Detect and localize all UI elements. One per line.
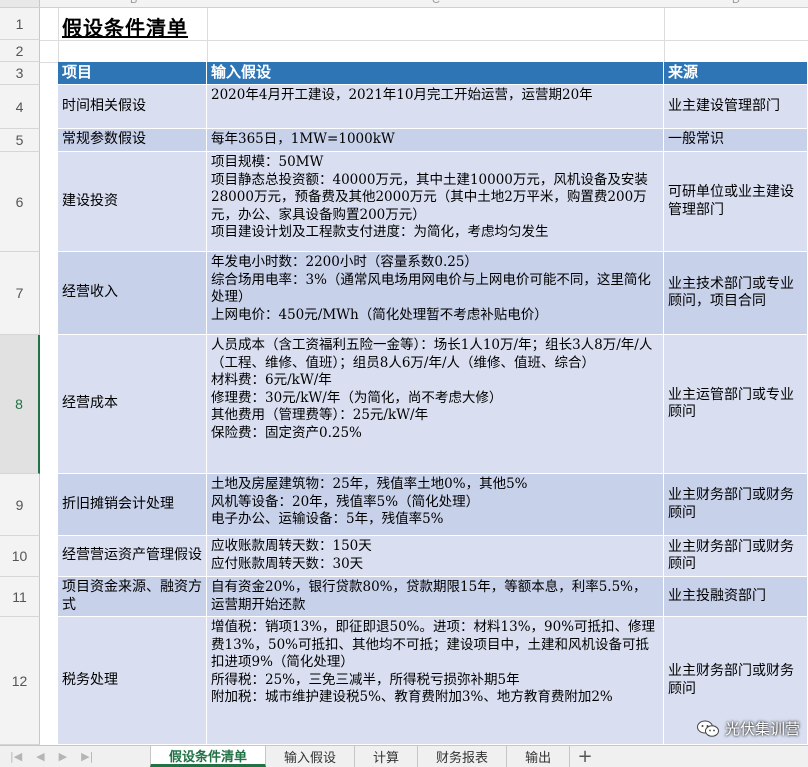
row-header-2[interactable]: 2 bbox=[0, 40, 40, 62]
table-cell-source[interactable]: 业主运管部门或专业顾问 bbox=[664, 335, 808, 474]
row-header-11[interactable]: 11 bbox=[0, 577, 40, 617]
table-cell-source[interactable]: 可研单位或业主建设管理部门 bbox=[664, 152, 808, 252]
row-header-12[interactable]: 12 bbox=[0, 617, 40, 745]
table-cell-input[interactable]: 土地及房屋建筑物：25年，残值率土地0%，其他5% 风机等设备：20年，残值率5… bbox=[207, 474, 664, 536]
row-header-3[interactable]: 3 bbox=[0, 62, 40, 85]
spreadsheet-area: B C D 1 2 3 4 5 6 7 8 9 10 11 12 假设条件清单 … bbox=[0, 0, 808, 745]
row-header-6[interactable]: 6 bbox=[0, 152, 40, 252]
header-input[interactable]: 输入假设 bbox=[207, 62, 664, 85]
table-cell-input[interactable]: 年发电小时数：2200小时（容量系数0.25） 综合场用电率：3%（通常风电场用… bbox=[207, 252, 664, 335]
header-source[interactable]: 来源 bbox=[664, 62, 808, 85]
sheet-title: 假设条件清单 bbox=[62, 16, 188, 40]
table-cell-item[interactable]: 项目资金来源、融资方式 bbox=[58, 577, 207, 617]
table-cell-source[interactable]: 业主建设管理部门 bbox=[664, 85, 808, 129]
table-cell-item[interactable]: 折旧摊销会计处理 bbox=[58, 474, 207, 536]
table-cell-item[interactable]: 建设投资 bbox=[58, 152, 207, 252]
table-cell-input[interactable]: 项目规模：50MW 项目静态总投资额：40000万元，其中土建10000万元，风… bbox=[207, 152, 664, 252]
next-sheet-icon[interactable]: ▶ bbox=[59, 750, 67, 763]
last-sheet-icon[interactable]: ▶| bbox=[81, 750, 93, 763]
table-cell-input[interactable]: 2020年4月开工建设，2021年10月完工开始运营，运营期20年 bbox=[207, 85, 664, 129]
row-header-9[interactable]: 9 bbox=[0, 474, 40, 536]
table-cell-source[interactable]: 业主技术部门或专业顾问，项目合同 bbox=[664, 252, 808, 335]
select-all-corner[interactable] bbox=[0, 0, 40, 7]
table-cell-item[interactable]: 经营收入 bbox=[58, 252, 207, 335]
column-label-b[interactable]: B bbox=[130, 0, 137, 6]
tab-output[interactable]: 输出 bbox=[507, 746, 571, 767]
table-cell-item[interactable]: 经营营运资产管理假设 bbox=[58, 536, 207, 577]
wechat-icon bbox=[696, 720, 719, 738]
tab-calculation[interactable]: 计算 bbox=[355, 746, 419, 767]
watermark: 光伏集训营 bbox=[696, 718, 800, 739]
sheet-tab-bar: |◀ ◀ ▶ ▶| 假设条件清单 输入假设 计算 财务报表 输出 + bbox=[0, 745, 808, 767]
table-cell-input[interactable]: 增值税：销项13%，即征即退50%。进项：材料13%，90%可抵扣、修理费13%… bbox=[207, 617, 664, 745]
table-cell-input[interactable]: 自有资金20%，银行贷款80%，贷款期限15年，等额本息，利率5.5%，运营期开… bbox=[207, 577, 664, 617]
tab-assumption-list[interactable]: 假设条件清单 bbox=[150, 746, 267, 767]
tab-navigation: |◀ ◀ ▶ ▶| bbox=[0, 746, 150, 767]
column-header-strip: B C D bbox=[0, 0, 808, 8]
header-item[interactable]: 项目 bbox=[58, 62, 207, 85]
column-label-d[interactable]: D bbox=[732, 0, 740, 6]
table-cell-source[interactable]: 业主投融资部门 bbox=[664, 577, 808, 617]
first-sheet-icon[interactable]: |◀ bbox=[10, 750, 22, 763]
row-header-5[interactable]: 5 bbox=[0, 129, 40, 152]
row-header-1[interactable]: 1 bbox=[0, 8, 40, 40]
tab-input-assumptions[interactable]: 输入假设 bbox=[266, 746, 356, 767]
table-cell-source[interactable]: 业主财务部门或财务顾问 bbox=[664, 536, 808, 577]
column-label-c[interactable]: C bbox=[432, 0, 440, 6]
table-cell-input[interactable]: 每年365日，1MW=1000kW bbox=[207, 129, 664, 152]
table-cell-input[interactable]: 人员成本（含工资福利五险一金等）：场长1人10万/年；组长3人8万/年/人（工程… bbox=[207, 335, 664, 474]
prev-sheet-icon[interactable]: ◀ bbox=[36, 750, 44, 763]
table-cell-source[interactable]: 一般常识 bbox=[664, 129, 808, 152]
table-cell-input[interactable]: 应收账款周转天数：150天 应付账款周转天数：30天 bbox=[207, 536, 664, 577]
table-cell-item[interactable]: 经营成本 bbox=[58, 335, 207, 474]
table-cell-item[interactable]: 税务处理 bbox=[58, 617, 207, 745]
row-header-7[interactable]: 7 bbox=[0, 252, 40, 335]
row-header-10[interactable]: 10 bbox=[0, 536, 40, 577]
plus-icon[interactable]: + bbox=[570, 746, 600, 767]
tab-financial-statements[interactable]: 财务报表 bbox=[418, 746, 508, 767]
row-header-4[interactable]: 4 bbox=[0, 85, 40, 129]
table-cell-item[interactable]: 时间相关假设 bbox=[58, 85, 207, 129]
watermark-text: 光伏集训营 bbox=[724, 720, 800, 738]
row-header-8[interactable]: 8 bbox=[0, 335, 40, 474]
table-cell-item[interactable]: 常规参数假设 bbox=[58, 129, 207, 152]
table-cell-source[interactable]: 业主财务部门或财务顾问 bbox=[664, 474, 808, 536]
